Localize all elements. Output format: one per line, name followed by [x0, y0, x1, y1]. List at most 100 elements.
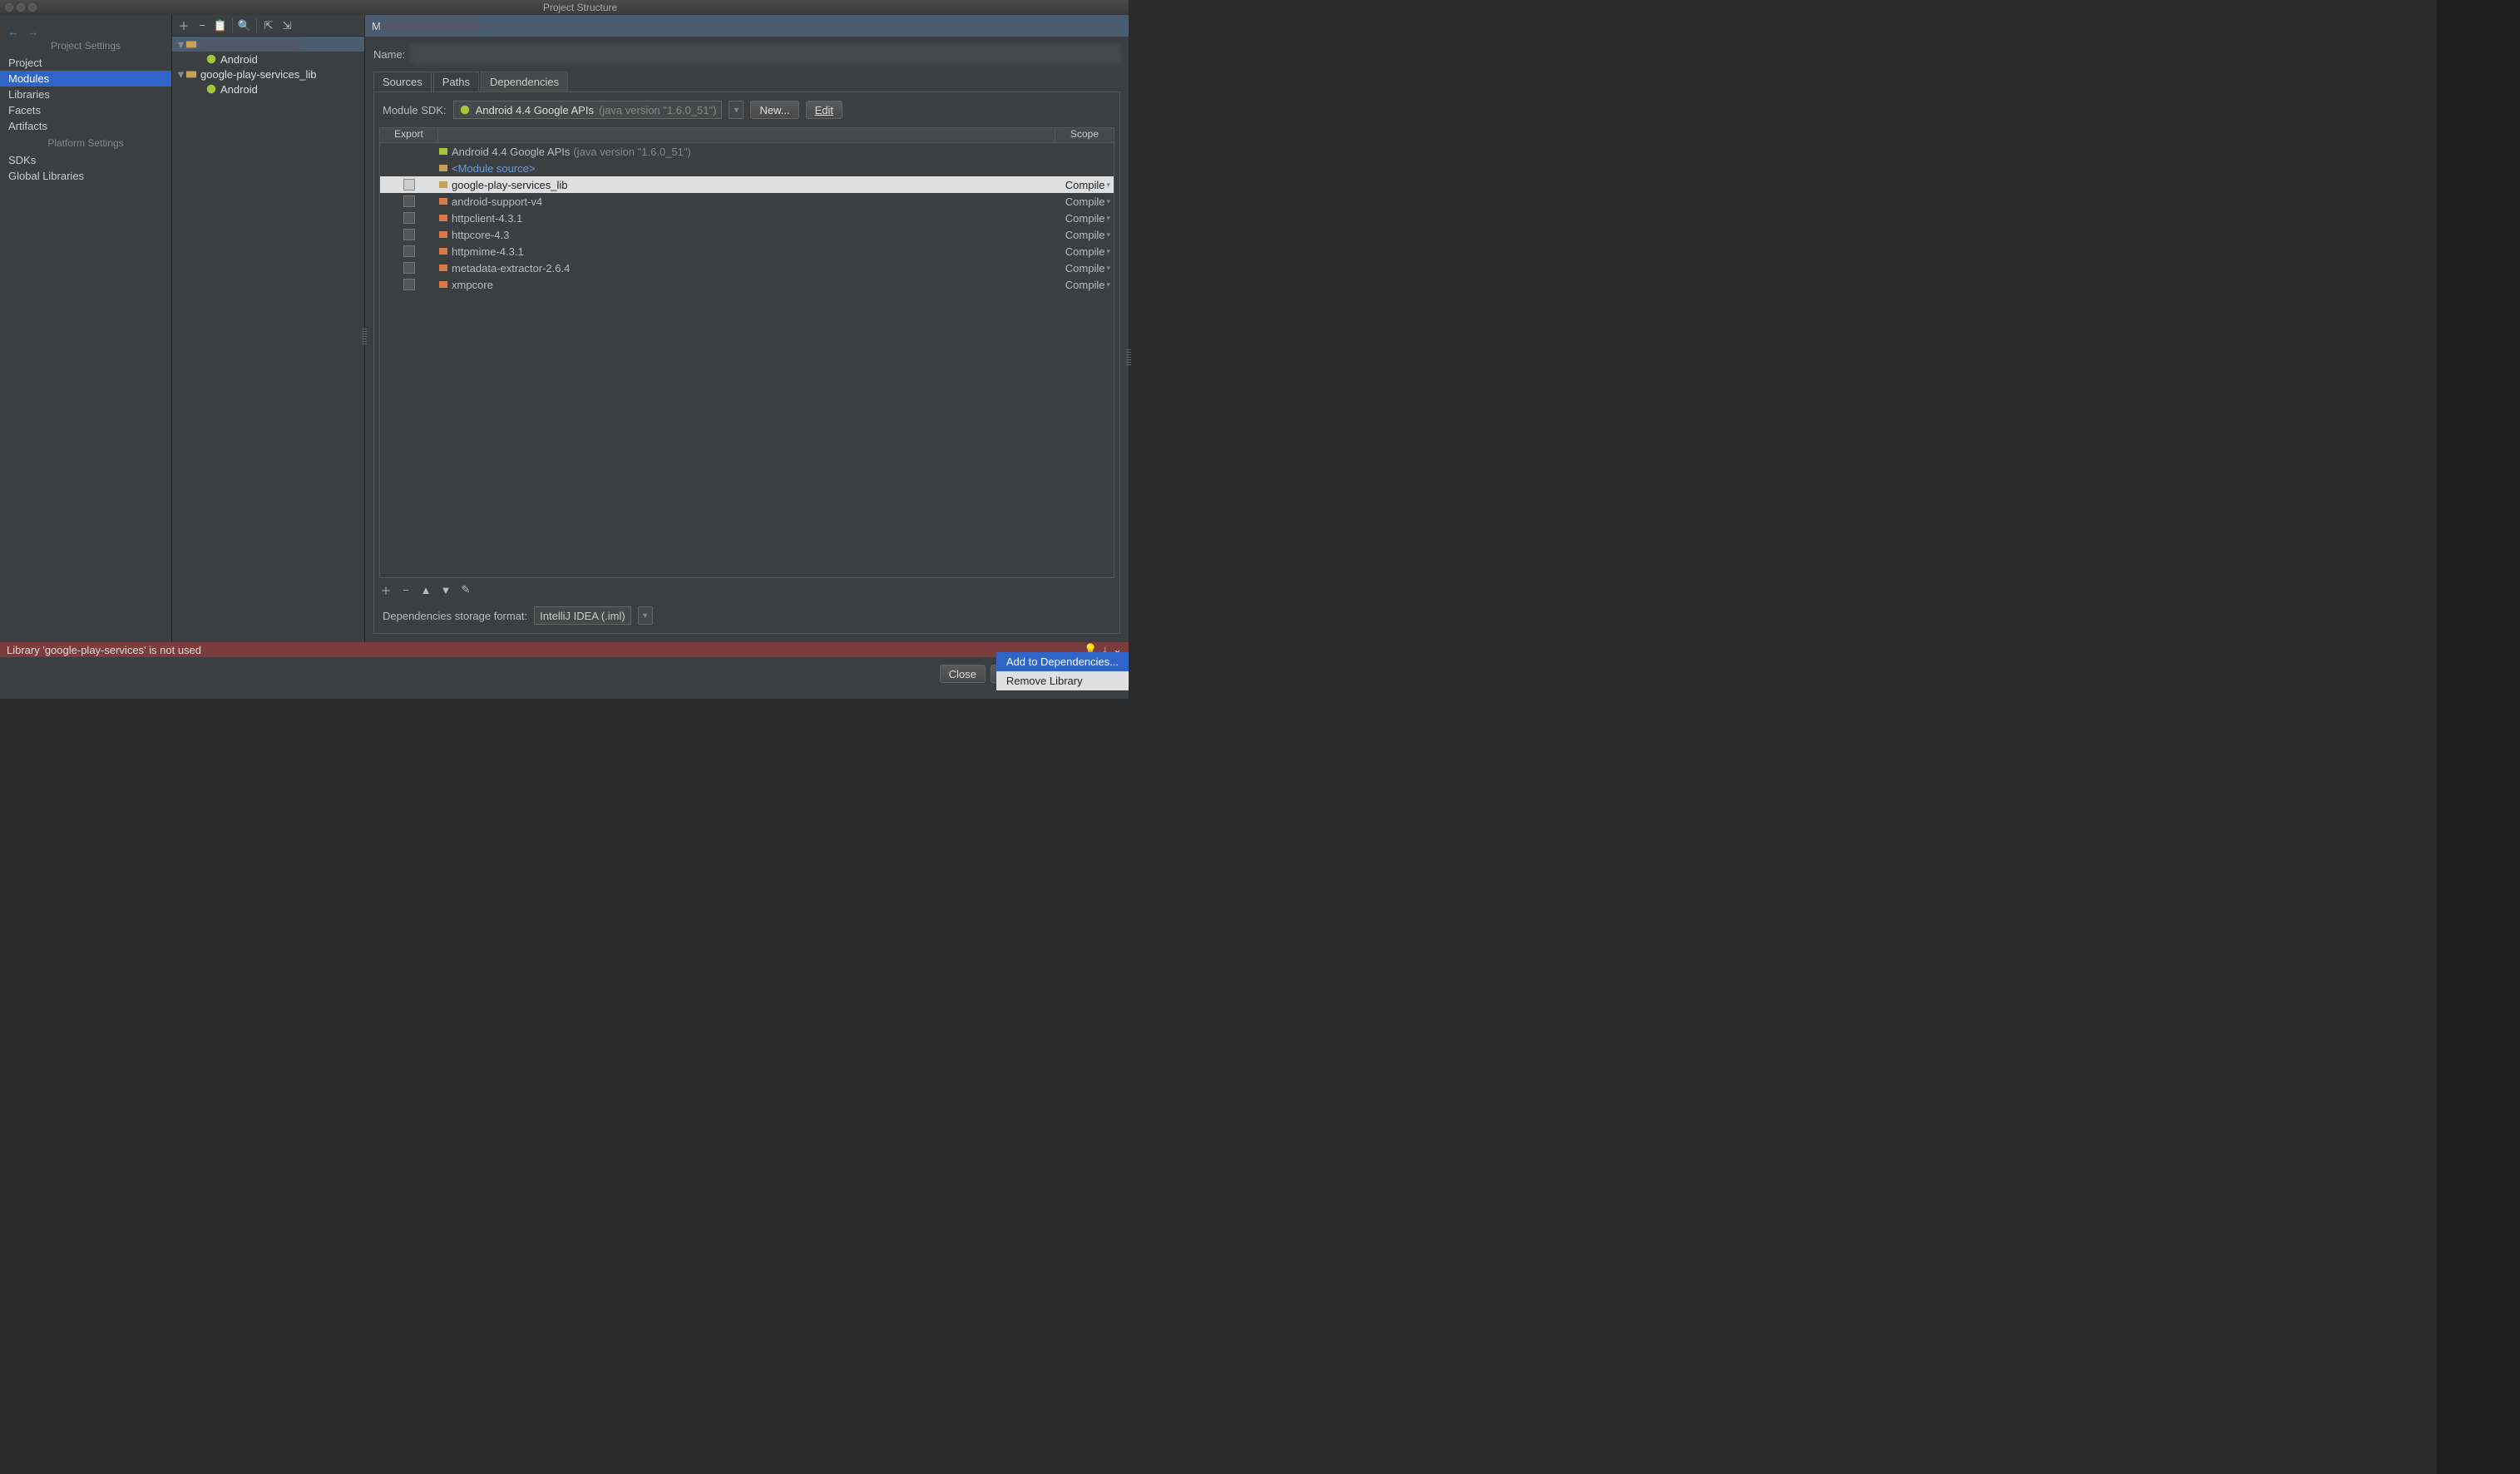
sidebar-item-artifacts[interactable]: Artifacts [0, 118, 171, 134]
sidebar-item-modules[interactable]: Modules [0, 71, 171, 87]
export-checkbox[interactable] [403, 245, 415, 257]
ctx-remove-library[interactable]: Remove Library [996, 671, 1129, 690]
dep-scope-value[interactable]: Compile [1065, 195, 1105, 208]
dep-row[interactable]: httpmime-4.3.1Compile▾ [380, 243, 1114, 260]
scope-chevron-icon[interactable]: ▾ [1106, 264, 1110, 273]
dependencies-table: Export Scope Android 4.4 Google APIs (ja… [379, 127, 1114, 578]
dep-row[interactable]: <Module source> [380, 160, 1114, 176]
dep-name-text: android-support-v4 [452, 195, 542, 208]
forward-icon[interactable]: → [27, 25, 40, 38]
tree-label: Android [220, 53, 258, 66]
platform-settings-header: Platform Settings [0, 134, 171, 152]
scope-chevron-icon[interactable]: ▾ [1106, 247, 1110, 256]
tab-paths[interactable]: Paths [433, 72, 479, 92]
dep-scope-value[interactable]: Compile [1065, 179, 1105, 191]
sidebar-item-facets[interactable]: Facets [0, 102, 171, 118]
zoom-window-icon[interactable] [28, 3, 37, 12]
lib-icon [438, 279, 448, 289]
dialog-buttons: Close Apply Help OK [0, 657, 1129, 690]
export-checkbox[interactable] [403, 229, 415, 240]
back-icon[interactable]: ← [7, 25, 20, 38]
search-icon[interactable]: 🔍 [238, 19, 251, 32]
sidebar-item-sdks[interactable]: SDKs [0, 152, 171, 168]
sdk-dropdown-arrow[interactable]: ▼ [729, 101, 744, 119]
dep-up-icon[interactable]: ▲ [419, 583, 432, 596]
name-label: Name: [373, 48, 405, 61]
tree-module-1[interactable]: ▼ [172, 37, 364, 52]
close-button[interactable]: Close [940, 665, 986, 683]
window-title: Project Structure [37, 2, 1124, 13]
lib-icon [438, 196, 448, 206]
dep-row[interactable]: google-play-services_libCompile▾ [380, 176, 1114, 193]
tree-label: google-play-services_lib [200, 68, 316, 81]
expand-icon[interactable]: ⇱ [262, 19, 275, 32]
content-panel: M Name: Sources Paths Dependencies Modul… [365, 15, 1129, 642]
tree-module-2[interactable]: ▼ google-play-services_lib [172, 67, 364, 82]
close-window-icon[interactable] [5, 3, 13, 12]
export-checkbox[interactable] [403, 262, 415, 274]
dep-row[interactable]: Android 4.4 Google APIs (java version "1… [380, 143, 1114, 160]
dep-edit-icon[interactable]: ✎ [459, 583, 472, 596]
dep-row[interactable]: metadata-extractor-2.6.4 Compile▾ [380, 260, 1114, 276]
export-checkbox[interactable] [403, 279, 415, 290]
storage-format-select[interactable]: IntelliJ IDEA (.iml) [534, 606, 631, 625]
folder-icon [438, 180, 448, 190]
edit-sdk-button[interactable]: Edit [806, 101, 842, 119]
tree-module-1-android[interactable]: Android [172, 52, 364, 67]
dep-name-text: metadata-extractor-2.6.4 [452, 262, 570, 275]
project-structure-window: Project Structure ← → Project Settings P… [0, 0, 1129, 699]
error-bar: Library 'google-play-services' is not us… [0, 642, 1129, 657]
dep-scope-value[interactable]: Compile [1065, 229, 1105, 241]
scope-chevron-icon[interactable]: ▾ [1106, 214, 1110, 223]
copy-icon[interactable]: 📋 [214, 19, 227, 32]
dep-name-text: <Module source> [452, 162, 535, 175]
dep-add-icon[interactable]: ＋ [379, 583, 393, 596]
dep-scope-value[interactable]: Compile [1065, 212, 1105, 225]
sidebar-item-libraries[interactable]: Libraries [0, 87, 171, 102]
settings-sidebar: ← → Project Settings Project Modules Lib… [0, 15, 172, 642]
scope-chevron-icon[interactable]: ▾ [1106, 181, 1110, 190]
add-icon[interactable]: ＋ [177, 19, 190, 32]
scope-chevron-icon[interactable]: ▾ [1106, 197, 1110, 206]
export-checkbox[interactable] [403, 195, 415, 207]
dep-scope-value[interactable]: Compile [1065, 245, 1105, 258]
sdk-name: Android 4.4 Google APIs [476, 104, 594, 116]
android-icon [438, 146, 448, 156]
breadcrumb-prefix: M [372, 20, 381, 32]
tab-dependencies[interactable]: Dependencies [481, 72, 568, 92]
context-menu: Add to Dependencies... Remove Library [996, 652, 1129, 690]
error-text: Library 'google-play-services' is not us… [7, 644, 201, 656]
module-sdk-select[interactable]: Android 4.4 Google APIs (java version "1… [453, 101, 723, 119]
collapse-icon[interactable]: ⇲ [280, 19, 294, 32]
export-checkbox[interactable] [403, 179, 415, 190]
tree-label: Android [220, 83, 258, 96]
dep-scope-value[interactable]: Compile [1065, 262, 1105, 275]
minimize-window-icon[interactable] [17, 3, 25, 12]
dep-down-icon[interactable]: ▼ [439, 583, 452, 596]
dep-row[interactable]: android-support-v4 Compile▾ [380, 193, 1114, 210]
src-icon [438, 163, 448, 173]
blurred-breadcrumb [381, 20, 481, 32]
dep-row[interactable]: httpcore-4.3Compile▾ [380, 226, 1114, 243]
titlebar: Project Structure [0, 0, 1129, 15]
dep-scope-value[interactable]: Compile [1065, 279, 1105, 291]
ctx-add-dependencies[interactable]: Add to Dependencies... [996, 652, 1129, 671]
module-name-input[interactable] [412, 45, 1120, 63]
storage-dropdown-arrow[interactable]: ▼ [638, 606, 653, 625]
scope-chevron-icon[interactable]: ▾ [1106, 230, 1110, 240]
sidebar-item-global-libraries[interactable]: Global Libraries [0, 168, 171, 184]
lib-icon [438, 246, 448, 256]
new-sdk-button[interactable]: New... [750, 101, 798, 119]
chevron-down-icon[interactable]: ▼ [175, 68, 185, 81]
dep-row[interactable]: httpclient-4.3.1Compile▾ [380, 210, 1114, 226]
tree-module-2-android[interactable]: Android [172, 82, 364, 96]
chevron-down-icon[interactable]: ▼ [175, 38, 185, 51]
sidebar-item-project[interactable]: Project [0, 55, 171, 71]
lib-icon [438, 213, 448, 223]
tab-sources[interactable]: Sources [373, 72, 432, 92]
scope-chevron-icon[interactable]: ▾ [1106, 280, 1110, 289]
remove-icon[interactable]: − [195, 19, 209, 32]
dep-remove-icon[interactable]: − [399, 583, 413, 596]
dep-row[interactable]: xmpcoreCompile▾ [380, 276, 1114, 293]
export-checkbox[interactable] [403, 212, 415, 224]
